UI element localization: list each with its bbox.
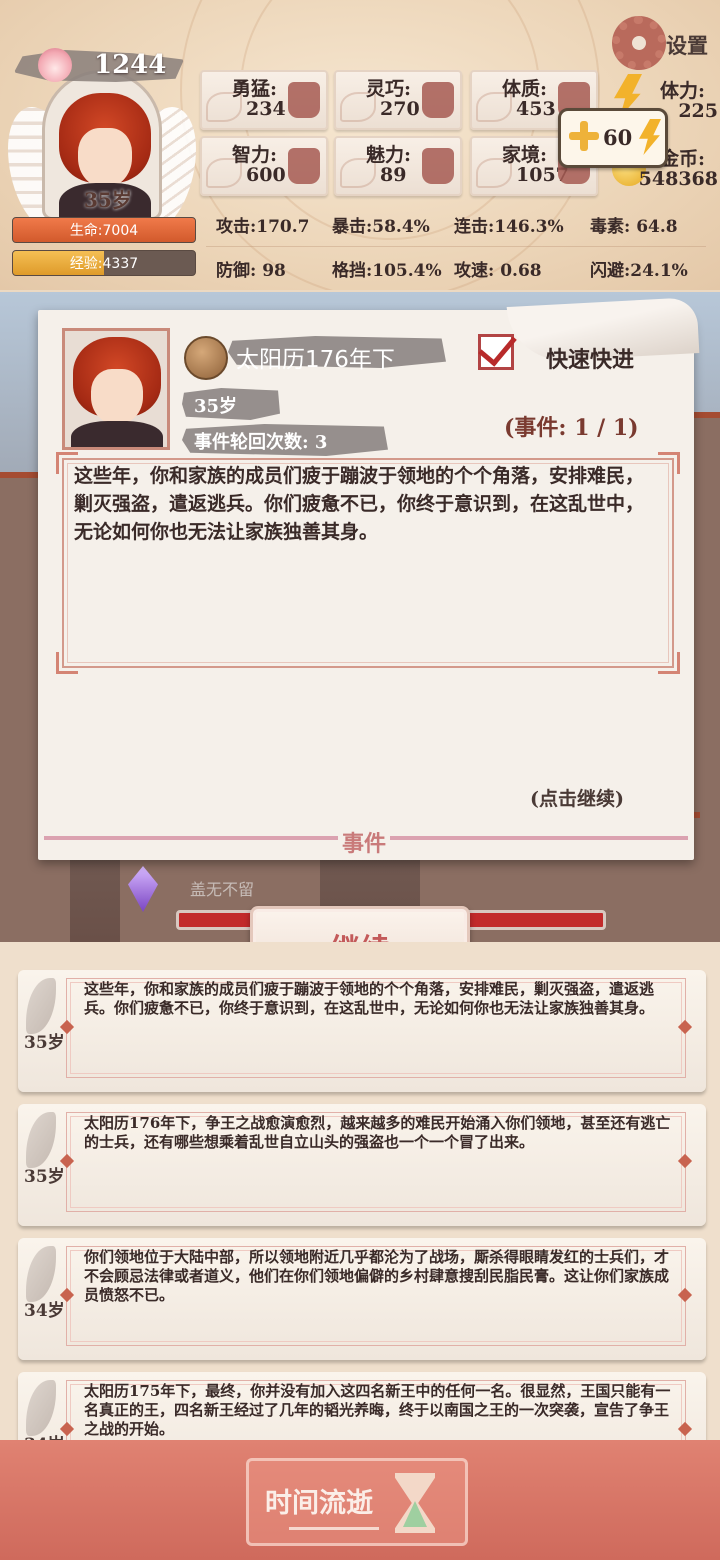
stat-card-intellect[interactable]: 智力: 600: [200, 136, 328, 196]
bottom-bar: 时间流逝: [0, 1440, 720, 1560]
corner-ornament: [56, 652, 78, 674]
stat-label: 智力:: [232, 144, 278, 166]
exp-text: 经验:4337: [69, 256, 139, 272]
event-portrait: [62, 328, 170, 450]
event-footer-label: 事件: [338, 826, 391, 858]
event-age: 35岁: [194, 396, 238, 417]
stat-value: 453: [516, 98, 556, 120]
attr-defense: 防御: 98: [216, 261, 286, 281]
log-age: 34岁: [24, 1301, 65, 1321]
time-passes-button[interactable]: 时间流逝: [246, 1458, 468, 1546]
event-date: 太阳历176年下: [236, 347, 395, 373]
corner-ornament: [56, 452, 78, 474]
feather-icon: [26, 1380, 56, 1436]
energy-bonus-value: 60: [603, 125, 633, 150]
add-energy-button[interactable]: 60: [558, 108, 668, 168]
event-counter: (事件: 1 / 1): [504, 415, 639, 441]
fist-icon: [288, 82, 320, 118]
brain-icon: [288, 148, 320, 184]
attr-attack: 攻击:170.7: [216, 217, 310, 237]
energy-value: 225: [678, 100, 718, 122]
hp-bar: 生命:7004: [12, 217, 196, 243]
divider: [206, 246, 706, 247]
attr-attack-speed: 攻速: 0.68: [454, 261, 542, 281]
stat-label: 家境:: [502, 144, 548, 166]
portrait-body: [71, 421, 163, 447]
level-value: 1244: [94, 50, 167, 80]
event-cycle-count: 事件轮回次数: 3: [194, 432, 328, 453]
stat-label: 体质:: [502, 78, 548, 100]
feather-icon: [26, 1246, 56, 1302]
status-panel: 1244 35岁 生命:7004 经验:4337 勇猛: 234 灵巧: 270…: [0, 0, 720, 290]
log-age: 35岁: [24, 1033, 65, 1053]
log-entry[interactable]: 35岁 太阳历176年下，争王之战愈演愈烈，越来越多的难民开始涌入你们领地，甚至…: [18, 1104, 706, 1226]
stat-card-charm[interactable]: 魅力: 89: [334, 136, 462, 196]
stat-value: 270: [380, 98, 420, 120]
event-card[interactable]: 太阳历176年下 35岁 事件轮回次数: 3 快速快进 (事件: 1 / 1) …: [38, 297, 700, 860]
attr-dodge: 闪避:24.1%: [590, 261, 688, 281]
exp-bar: 经验:4337: [12, 250, 196, 276]
feather-icon: [26, 1112, 56, 1168]
tap-to-continue-hint: (点击继续): [530, 788, 624, 810]
stat-label: 灵巧:: [366, 78, 412, 100]
stat-value: 89: [380, 164, 407, 186]
stat-value: 234: [246, 98, 286, 120]
gold-value: 548368: [638, 168, 718, 190]
event-text: 这些年，你和家族的成员们疲于蹦波于领地的个个角落，安排难民，剿灭强盗，遣返逃兵。…: [74, 465, 645, 543]
player-age: 35岁: [84, 188, 132, 212]
feather-icon: [26, 978, 56, 1034]
log-entry[interactable]: 34岁 太阳历175年下，最终，你并没有加入这四名新王中的任何一名。很显然，王国…: [18, 1372, 706, 1442]
attr-block: 格挡:105.4%: [332, 261, 442, 281]
attr-crit: 暴击:58.4%: [332, 217, 430, 237]
level-badge: 1244: [14, 46, 184, 86]
event-log-list[interactable]: 35岁 这些年，你和家族的成员们疲于蹦波于领地的个个角落，安排难民，剿灭强盗，遣…: [0, 942, 720, 1442]
corner-ornament: [658, 452, 680, 474]
stat-label: 勇猛:: [232, 78, 278, 100]
egg-icon: [38, 48, 72, 82]
seed-icon: [184, 336, 228, 380]
stat-value: 600: [246, 164, 286, 186]
time-passes-label: 时间流逝: [265, 1488, 373, 1519]
settings-button[interactable]: 设置: [612, 16, 716, 70]
log-entry[interactable]: 34岁 你们领地位于大陆中部，所以领地附近几乎都沦为了战场，厮杀得眼睛发红的士兵…: [18, 1238, 706, 1360]
event-text-box: 这些年，你和家族的成员们疲于蹦波于领地的个个角落，安排难民，剿灭强盗，遣返逃兵。…: [62, 458, 674, 668]
stat-card-bravery[interactable]: 勇猛: 234: [200, 70, 328, 130]
stat-card-agility[interactable]: 灵巧: 270: [334, 70, 462, 130]
portrait-face: [91, 369, 143, 425]
log-text: 太阳历176年下，争王之战愈演愈烈，越来越多的难民开始涌入你们领地，甚至还有逃亡…: [84, 1114, 671, 1151]
settings-label: 设置: [666, 33, 708, 58]
attr-poison: 毒素: 64.8: [590, 217, 678, 237]
gear-icon: [612, 16, 666, 70]
fast-forward-checkbox[interactable]: [478, 334, 514, 370]
plus-icon: [569, 121, 599, 151]
log-text: 这些年，你和家族的成员们疲于蹦波于领地的个个角落，安排难民，剿灭强盗，遣返逃兵。…: [84, 980, 655, 1017]
lotus-icon: [422, 148, 454, 184]
log-text: 你们领地位于大陆中部，所以领地附近几乎都沦为了战场，厮杀得眼睛发红的士兵们，才不…: [84, 1248, 670, 1304]
ornament-line: [289, 1527, 379, 1530]
lightning-icon: [639, 119, 661, 155]
stat-label: 魅力:: [366, 144, 412, 166]
log-age: 35岁: [24, 1167, 65, 1187]
corner-ornament: [658, 652, 680, 674]
log-text: 太阳历175年下，最终，你并没有加入这四名新王中的任何一名。很显然，王国只能有一…: [84, 1382, 671, 1438]
energy-label: 体力:: [660, 80, 706, 102]
cloak-icon: [422, 82, 454, 118]
scene-caption: 盖无不留: [190, 880, 255, 899]
log-entry[interactable]: 35岁 这些年，你和家族的成员们疲于蹦波于领地的个个角落，安排难民，剿灭强盗，遣…: [18, 970, 706, 1092]
fast-forward-label[interactable]: 快速快进: [546, 342, 634, 374]
hp-text: 生命:7004: [69, 223, 139, 239]
portrait-face: [78, 128, 132, 188]
attr-combo: 连击:146.3%: [454, 217, 564, 237]
